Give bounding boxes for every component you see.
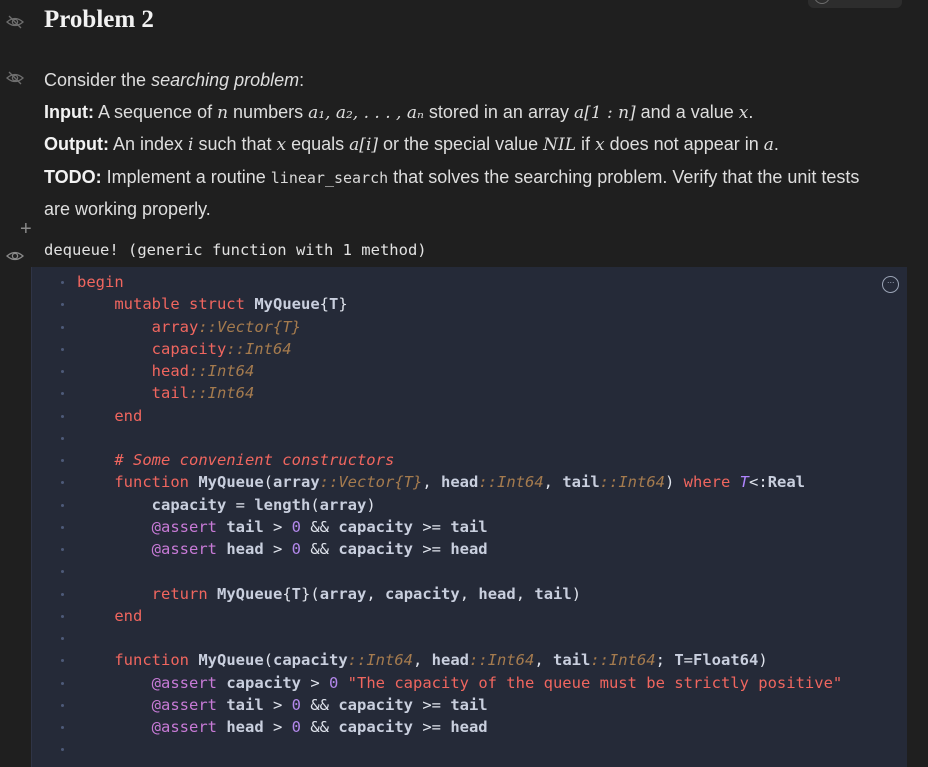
todo-paragraph: TODO: Implement a routine linear_search … bbox=[44, 166, 860, 220]
code-cell[interactable]: ··· begin mutable struct MyQueue{T} arra… bbox=[31, 267, 907, 767]
plus-icon[interactable]: + bbox=[20, 219, 32, 239]
intro-paragraph: Consider the searching problem: bbox=[44, 70, 305, 90]
eye-slash-icon[interactable] bbox=[5, 70, 25, 86]
markdown-cell: Consider the searching problem: Input: A… bbox=[44, 65, 884, 226]
more-options-icon[interactable]: ··· bbox=[882, 276, 899, 293]
cell-output: dequeue! (generic function with 1 method… bbox=[44, 241, 427, 259]
output-paragraph: Output: An index i such that x equals a[… bbox=[44, 134, 779, 155]
eye-icon[interactable] bbox=[5, 248, 25, 264]
page-title: Problem 2 bbox=[44, 6, 154, 33]
eye-slash-icon[interactable] bbox=[5, 14, 25, 30]
cell-toolbar-pill[interactable] bbox=[808, 0, 902, 8]
input-paragraph: Input: A sequence of n numbers a₁, a₂, .… bbox=[44, 101, 754, 123]
run-icon[interactable] bbox=[814, 0, 830, 4]
